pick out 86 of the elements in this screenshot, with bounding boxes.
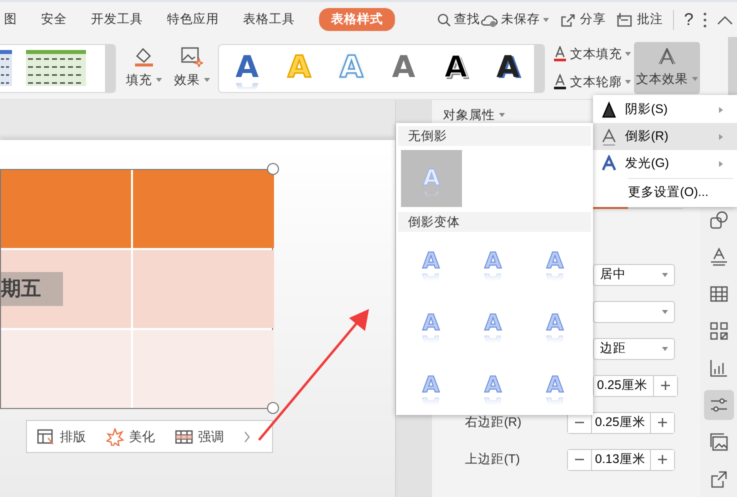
menu-tab[interactable]: 图	[4, 8, 17, 31]
caret-icon	[156, 78, 162, 82]
text-effect-icon	[658, 48, 676, 66]
shapes-icon	[708, 210, 728, 230]
chevron-right-icon[interactable]	[244, 430, 250, 442]
resize-handle[interactable]	[267, 402, 279, 414]
toolbar-button[interactable]: 排版	[37, 426, 86, 446]
plus-icon	[658, 455, 667, 464]
plus-icon	[661, 381, 670, 390]
toolbar-action[interactable]: 未保存	[480, 10, 549, 29]
help-button[interactable]: ?	[684, 6, 694, 32]
number-field[interactable]: 0.13厘米	[591, 450, 651, 470]
number-field[interactable]: 0.25厘米	[591, 412, 651, 433]
submenu-arrow-icon	[719, 160, 723, 166]
search-button[interactable]: 查找	[437, 10, 480, 29]
sparkle-icon	[106, 428, 124, 446]
dropdown-field[interactable]: 边距	[593, 338, 675, 360]
table-icon	[708, 284, 728, 304]
ribbon-button[interactable]: 文本填充	[553, 44, 631, 64]
text-style-option[interactable]: A	[482, 53, 534, 83]
caret-icon	[499, 113, 505, 118]
layout-icon	[37, 428, 55, 446]
toolbar-action[interactable]: 批注	[616, 10, 663, 29]
table-style-thumbnail[interactable]	[26, 48, 86, 88]
menu-tab[interactable]: 表格工具	[243, 8, 295, 31]
collapse-icon[interactable]	[717, 14, 734, 24]
tab-indicator	[593, 206, 628, 209]
shadow-letter-icon	[601, 100, 617, 118]
ribbon-button[interactable]: 文本效果	[634, 42, 700, 94]
ribbon-button[interactable]: 效果	[174, 46, 210, 90]
selected-text: 期五	[1, 272, 63, 306]
caret-icon	[662, 346, 668, 351]
picture-effect-icon	[181, 46, 203, 67]
dropdown-field[interactable]	[593, 300, 675, 323]
submenu-arrow-icon	[719, 134, 723, 140]
text-style-icon	[708, 247, 728, 267]
outlined-letter-icon	[601, 128, 617, 146]
picture-icon	[708, 432, 728, 452]
menu-tab[interactable]: 特色应用	[167, 8, 219, 31]
caret-icon	[204, 78, 210, 82]
table-emphasis-icon	[175, 428, 193, 446]
caret-icon	[662, 310, 668, 314]
fill-bucket-icon	[133, 46, 155, 67]
chart-icon	[708, 358, 728, 378]
comment-icon	[616, 12, 634, 28]
ribbon-button[interactable]: 填充	[126, 46, 162, 90]
caret-icon	[625, 80, 631, 84]
menu-tab[interactable]: 安全	[41, 8, 67, 31]
caret-icon	[692, 77, 698, 81]
field-label: 右边距(R)	[465, 415, 522, 430]
resize-handle[interactable]	[267, 163, 279, 175]
toolbar-button[interactable]: 美化	[106, 426, 155, 446]
submenu-arrow-icon	[719, 106, 723, 112]
caret-icon	[625, 52, 631, 56]
grid-icon	[708, 321, 728, 341]
caret-icon	[662, 272, 668, 277]
toolbar-action[interactable]: 分享	[559, 10, 606, 29]
section-header: 倒影变体	[398, 212, 591, 232]
spinner-field[interactable]: 0.25厘米	[567, 412, 675, 434]
sidebar-tool[interactable]	[704, 390, 734, 420]
menu-item[interactable]: 阴影(S)	[593, 96, 737, 123]
panel-title: 对象属性	[443, 107, 495, 124]
toolbar-button[interactable]: 强调	[175, 426, 224, 446]
field-label: 上边距(T)	[465, 452, 520, 466]
section-header: 无倒影	[398, 126, 591, 146]
text-style-option[interactable]: A	[221, 53, 274, 83]
text-outline-icon	[553, 74, 567, 90]
more-icon[interactable]	[703, 12, 708, 28]
share-icon	[559, 12, 577, 28]
caret-icon	[543, 18, 549, 22]
spinner-field[interactable]: 0.25厘米	[593, 374, 678, 397]
text-style-option[interactable]: A	[378, 53, 430, 83]
menu-item[interactable]: 更多设置(O)...	[593, 179, 737, 206]
menu-item[interactable]: 发光(G)	[593, 150, 737, 177]
table-style-thumbnail[interactable]	[0, 48, 12, 88]
share-icon	[708, 469, 728, 489]
menu-tab[interactable]: 开发工具	[91, 8, 143, 31]
ribbon-button[interactable]: 文本轮廓	[553, 72, 631, 92]
spinner-field[interactable]: 0.13厘米	[567, 448, 675, 471]
search-icon	[437, 12, 451, 26]
glowing-letter-icon	[601, 154, 617, 172]
plus-icon	[658, 418, 667, 428]
dropdown-field[interactable]: 居中	[593, 264, 675, 286]
menu-item[interactable]: 倒影(R)	[593, 123, 737, 150]
number-field[interactable]: 0.25厘米	[594, 376, 654, 396]
text-fill-icon	[553, 46, 567, 62]
